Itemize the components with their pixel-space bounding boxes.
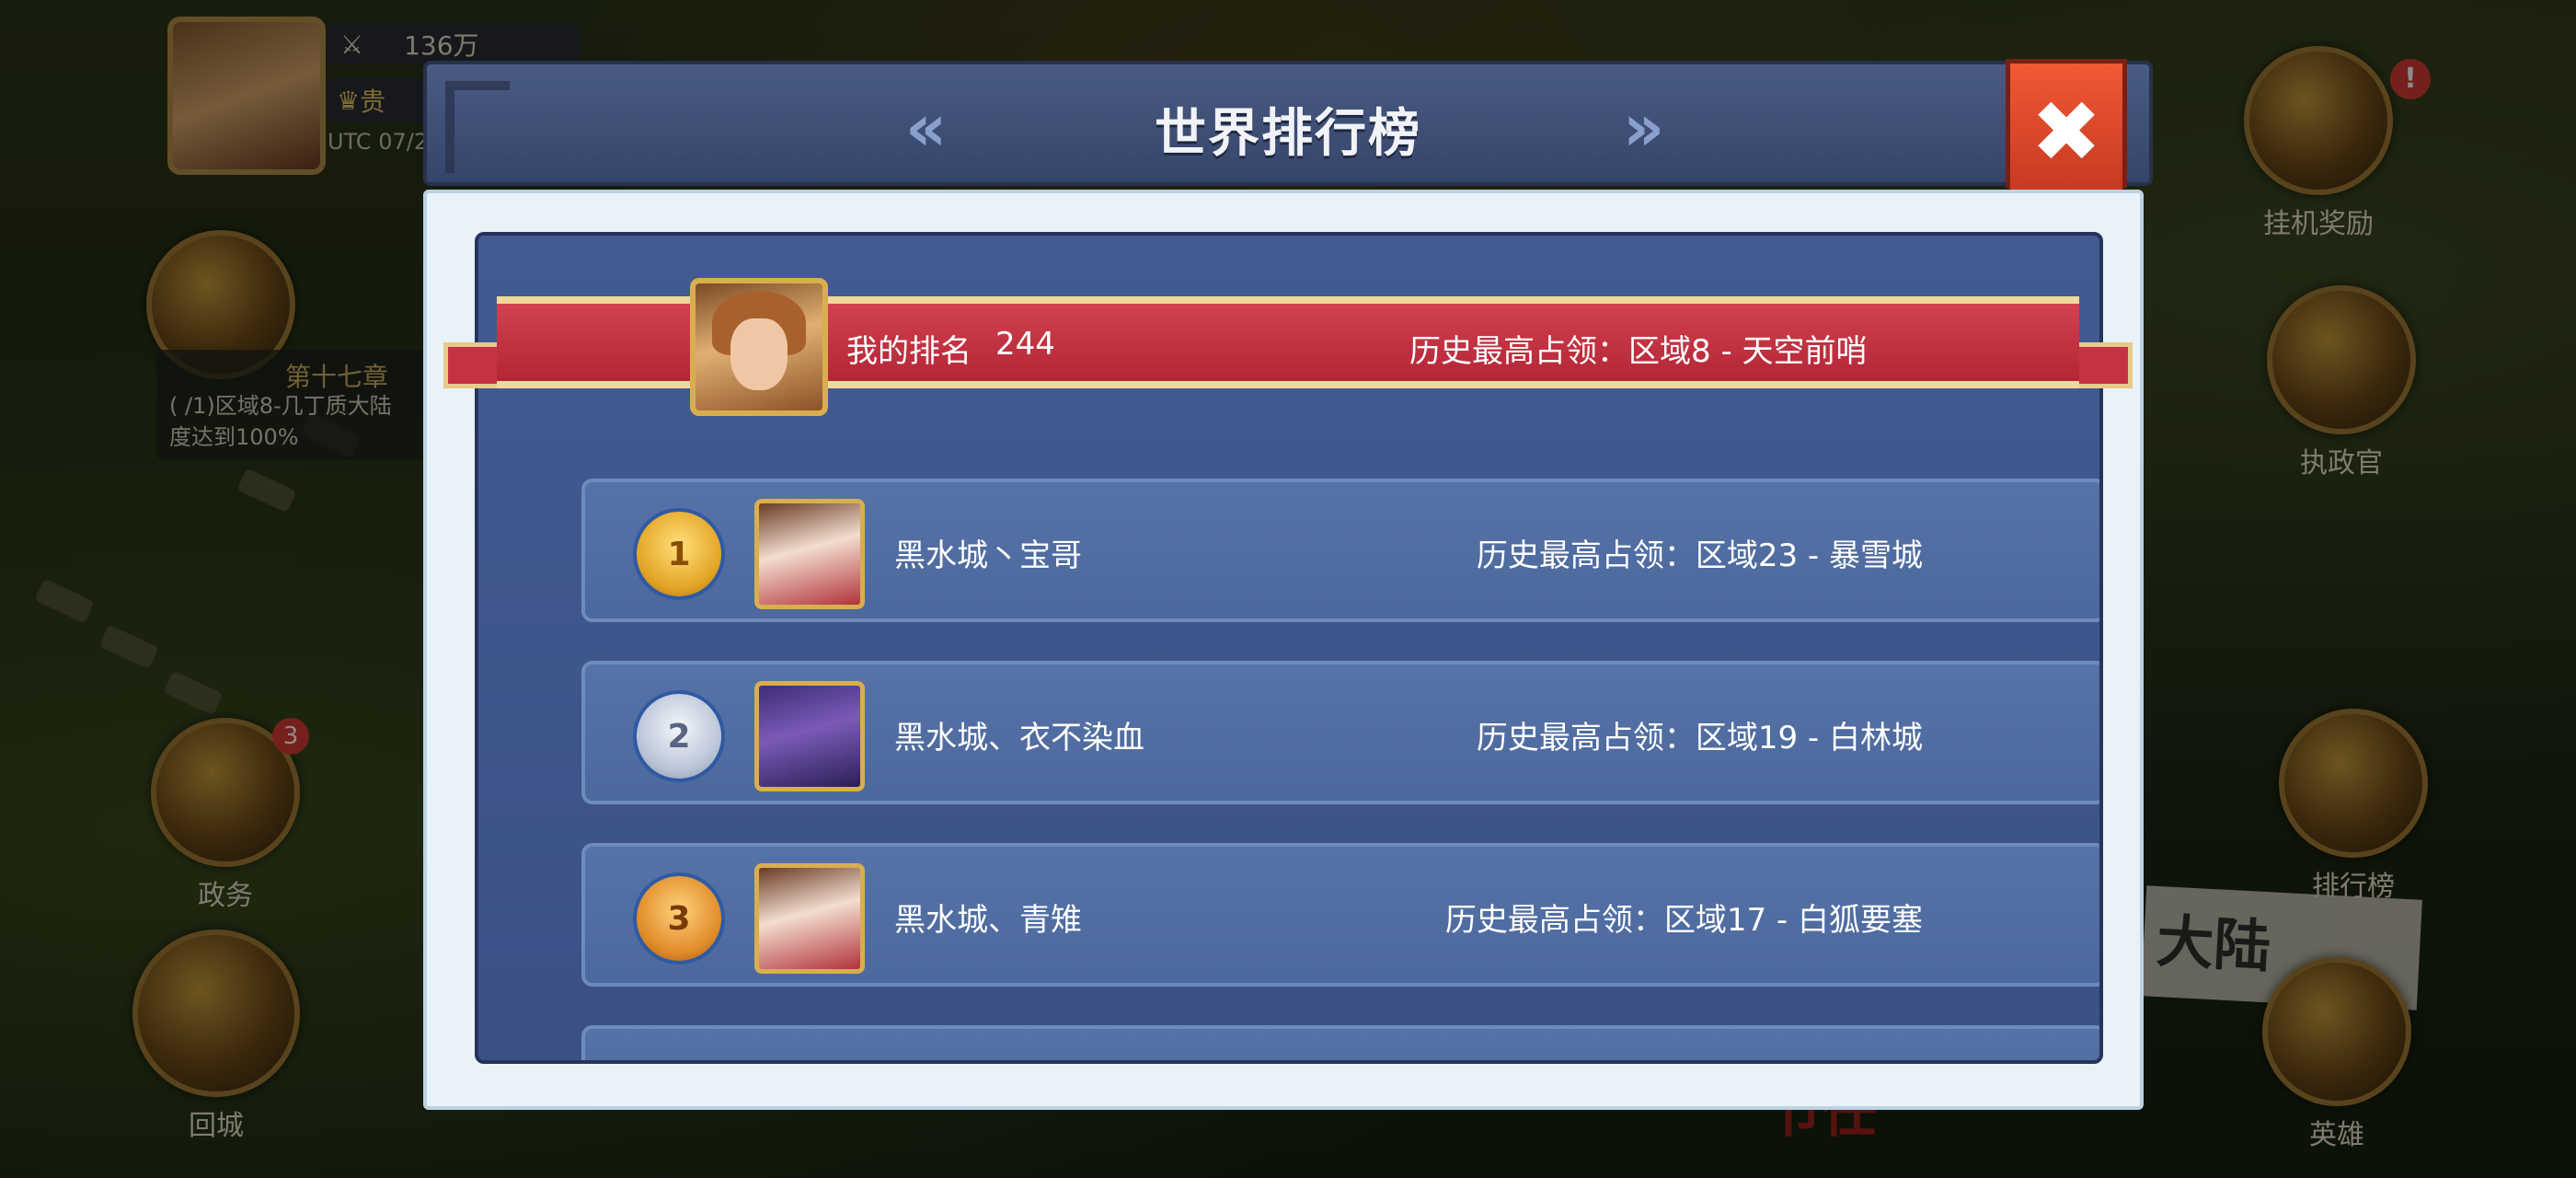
player-avatar[interactable] xyxy=(754,499,865,609)
player-avatar[interactable] xyxy=(754,681,865,791)
my-rank-value: 244 xyxy=(995,326,1055,363)
dialog-title-bar: « 世界排行榜 » xyxy=(423,61,2153,186)
dialog-title: 世界排行榜 xyxy=(1155,104,1421,164)
next-page-arrow-icon[interactable]: » xyxy=(1623,96,1665,160)
leaderboard-row[interactable]: 2 黑水城、衣不染血 历史最高占领：区域19 - 白林城 xyxy=(581,661,2099,804)
player-avatar[interactable] xyxy=(754,863,865,974)
highest-occupation: 历史最高占领：区域23 - 暴雪城 xyxy=(1476,537,1923,574)
my-highest-occupation: 历史最高占领：区域8 - 天空前哨 xyxy=(1409,333,1868,370)
world-leaderboard-dialog: « 世界排行榜 » ✖ 1 黑水城丶宝哥 历史最高占领：区域23 - 暴雪城 2… xyxy=(423,59,2153,1119)
close-icon: ✖ xyxy=(2030,83,2102,181)
bronze-crown-icon: 3 xyxy=(633,872,725,964)
my-rank-banner: 我的排名 244 历史最高占领：区域8 - 天空前哨 xyxy=(423,278,2153,416)
player-name: 黑水城、青雉 xyxy=(894,902,1082,939)
highest-occupation: 历史最高占领：区域19 - 白林城 xyxy=(1476,720,1923,756)
leaderboard-row[interactable]: 3 黑水城、青雉 历史最高占领：区域17 - 白狐要塞 xyxy=(581,843,2099,987)
avatar-face xyxy=(730,318,788,390)
leaderboard-row-partial[interactable] xyxy=(581,1025,2099,1060)
gold-crown-icon: 1 xyxy=(633,508,725,600)
silver-crown-icon: 2 xyxy=(633,690,725,782)
my-avatar[interactable] xyxy=(690,278,828,416)
leaderboard-row[interactable]: 1 黑水城丶宝哥 历史最高占领：区域23 - 暴雪城 xyxy=(581,479,2099,622)
highest-occupation: 历史最高占领：区域17 - 白狐要塞 xyxy=(1444,902,1923,939)
player-name: 黑水城、衣不染血 xyxy=(894,720,1144,756)
my-rank-label: 我的排名 xyxy=(846,333,972,370)
player-name: 黑水城丶宝哥 xyxy=(894,537,1082,574)
